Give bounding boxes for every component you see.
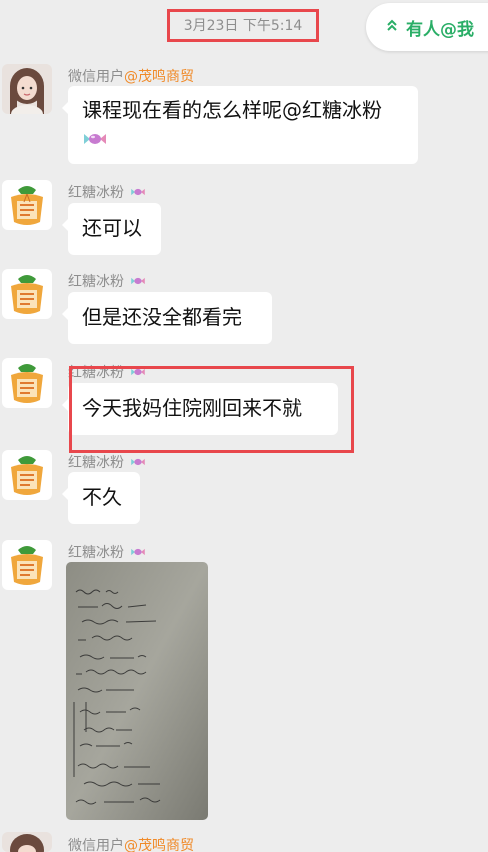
candy-emoji-icon bbox=[130, 545, 146, 561]
double-chevron-up-icon bbox=[386, 18, 398, 36]
avatar[interactable] bbox=[2, 832, 52, 852]
candy-emoji-icon bbox=[130, 455, 146, 471]
message-bubble[interactable]: 不久 bbox=[62, 472, 140, 524]
candy-emoji-icon bbox=[130, 185, 146, 201]
sender-name: 红糖冰粉 bbox=[68, 182, 146, 202]
sender-tag: @茂鸣商贸 bbox=[124, 838, 194, 852]
sender-name: 微信用户@茂鸣商贸 bbox=[68, 69, 194, 85]
avatar[interactable] bbox=[2, 450, 52, 500]
sender-tag: @茂鸣商贸 bbox=[124, 69, 194, 85]
mention-me-label: 有人@我 bbox=[406, 19, 474, 40]
candy-emoji-icon bbox=[130, 274, 146, 290]
candy-emoji-icon bbox=[82, 125, 404, 149]
sender-name: 红糖冰粉 bbox=[68, 452, 146, 472]
chat-screen: 3月23日 下午5:14 有人@我 微信用户@茂鸣商贸 课程现在看的怎么样呢@红… bbox=[0, 0, 488, 852]
avatar[interactable] bbox=[2, 64, 52, 114]
mention-me-button[interactable]: 有人@我 bbox=[366, 3, 488, 51]
handwritten-notes-image[interactable] bbox=[66, 562, 208, 820]
avatar[interactable] bbox=[2, 540, 52, 590]
highlight-box-timestamp bbox=[167, 9, 319, 42]
sender-name: 微信用户@茂鸣商贸 bbox=[68, 838, 194, 852]
highlight-box-message bbox=[69, 366, 354, 453]
message-bubble[interactable]: 但是还没全都看完 bbox=[62, 292, 272, 344]
message-bubble[interactable]: 还可以 bbox=[62, 203, 161, 255]
avatar[interactable] bbox=[2, 358, 52, 408]
avatar[interactable] bbox=[2, 269, 52, 319]
sender-name: 红糖冰粉 bbox=[68, 271, 146, 291]
message-text: 课程现在看的怎么样呢@红糖冰粉 bbox=[82, 98, 382, 122]
sender-name: 红糖冰粉 bbox=[68, 542, 146, 562]
message-bubble[interactable]: 课程现在看的怎么样呢@红糖冰粉 bbox=[62, 86, 418, 164]
avatar[interactable] bbox=[2, 180, 52, 230]
